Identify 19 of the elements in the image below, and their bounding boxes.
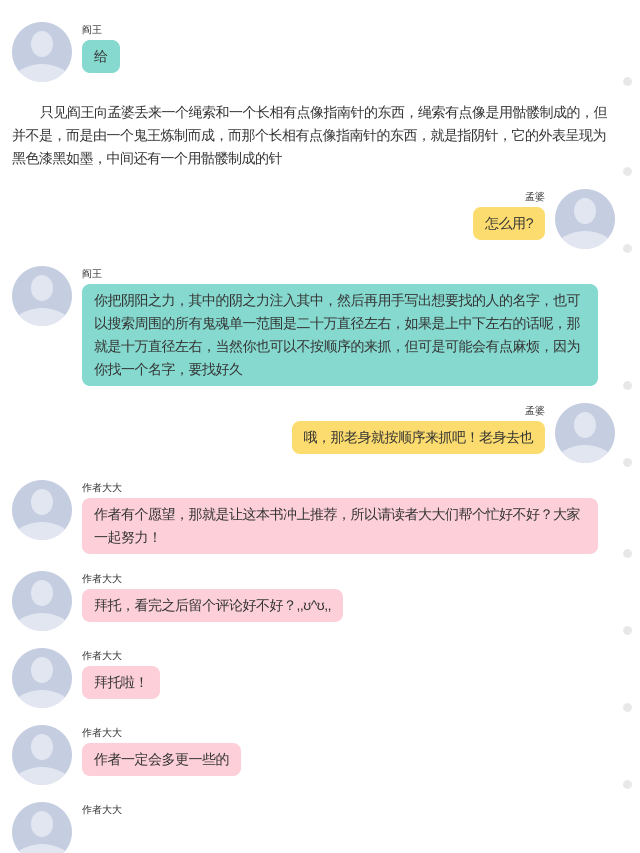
sender-name: 作者大大	[82, 727, 122, 740]
message-bubble: 拜托，看完之后留个评论好不好？,,ʊ^ʊ,,	[82, 589, 344, 622]
message-bubble: 给	[82, 40, 120, 73]
sender-name: 阎王	[82, 24, 102, 37]
sender-name: 阎王	[82, 268, 102, 281]
sender-name: 孟婆	[525, 191, 545, 204]
avatar	[12, 802, 72, 853]
message-bubble: 你把阴阳之力，其中的阴之力注入其中，然后再用手写出想要找的人的名字，也可以搜索周围的所有鬼魂单一范围是二十万直径左右，如果是上中下左右的话呢，那就是十万直径左右，当然你也可以不按顺序的来抓，但可是可能会有点麻烦，因为你找一个名字，要找好久	[82, 284, 598, 386]
narration-paragraph: 只见阎王向孟婆丢来一个绳索和一个长相有点像指南针的东西，绳索有点像是用骷髅制成的，但并不是，而是由一个鬼王炼制而成，而那个长相有点像指南针的东西，就是指阴针，它的外表呈现为黑色漆黑如墨，中间还有一个用骷髅制成的针	[12, 103, 608, 168]
message-bubble: 哦，那老身就按顺序来抓吧！老身去也	[292, 421, 545, 454]
sender-name: 作者大大	[82, 804, 122, 817]
message-bubble: 拜托啦！	[82, 666, 160, 699]
sender-name: 作者大大	[82, 482, 122, 495]
message-bubble: 作者有个愿望，那就是让这本书冲上推荐，所以请读者大大们帮个忙好不好？大家一起努力！	[82, 498, 598, 554]
sender-name: 作者大大	[82, 650, 122, 663]
message-bubble: 怎么用?	[473, 207, 545, 240]
sender-name: 孟婆	[525, 405, 545, 418]
sender-name: 作者大大	[82, 573, 122, 586]
message-bubble: 作者一定会多更一些的	[82, 743, 241, 776]
